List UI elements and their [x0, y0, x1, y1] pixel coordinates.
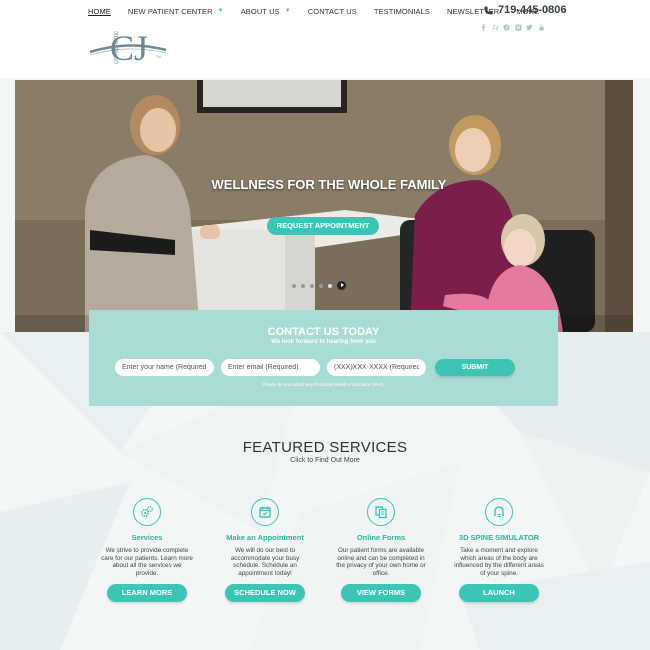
- hero-slider: WELLNESS FOR THE WHOLE FAMILY REQUEST AP…: [15, 80, 633, 332]
- spine-icon: [485, 498, 513, 526]
- chevron-down-icon: ▼: [284, 8, 291, 14]
- social-links: [480, 24, 549, 31]
- service-card-appointment: Make an Appointment We will do our best …: [215, 498, 315, 577]
- phi-notice: Please do not submit any Protected Healt…: [262, 382, 385, 387]
- slider-dot[interactable]: [319, 283, 323, 288]
- featured-services-title: FEATURED SERVICES: [242, 439, 408, 456]
- nav-contact-us[interactable]: CONTACT US: [308, 7, 357, 16]
- card-title: Services: [131, 533, 163, 542]
- nav-about-us[interactable]: ABOUT US ▼: [241, 7, 291, 16]
- hero-title: WELLNESS FOR THE WHOLE FAMILY: [211, 177, 447, 192]
- launch-button[interactable]: LAUNCH: [459, 584, 539, 602]
- nav-home[interactable]: HOME: [88, 7, 111, 16]
- card-text: Our patient forms are available online a…: [336, 547, 426, 577]
- card-title: Make an Appointment: [226, 533, 304, 542]
- contact-subtitle: We look forward to hearing from you: [271, 339, 376, 345]
- facebook-icon[interactable]: [480, 24, 487, 31]
- hero-photo: [15, 80, 633, 332]
- card-title: Online Forms: [356, 533, 406, 542]
- view-forms-button[interactable]: VIEW FORMS: [341, 584, 421, 602]
- yelp-icon[interactable]: [492, 24, 499, 31]
- card-title: 3D SPINE SIMULATOR: [458, 533, 540, 542]
- phone-field[interactable]: [327, 359, 426, 376]
- contact-title: CONTACT US TODAY: [267, 326, 380, 338]
- forms-icon: [367, 498, 395, 526]
- card-text: We will do our best to accommodate your …: [230, 547, 300, 577]
- phone-text: 719-445-0806: [498, 4, 567, 16]
- contact-form-panel: CONTACT US TODAY We look forward to hear…: [89, 310, 558, 406]
- gears-icon: [133, 498, 161, 526]
- nav-new-patient-center-label: NEW PATIENT CENTER: [127, 6, 213, 16]
- email-field[interactable]: [221, 359, 320, 376]
- logo-tagline: chiropractic: [113, 30, 120, 64]
- slider-dots: [292, 281, 346, 290]
- phone-icon: [484, 5, 493, 15]
- submit-button[interactable]: SUBMIT: [435, 359, 515, 376]
- service-card-services: Services We strive to provide complete c…: [97, 498, 197, 577]
- name-field[interactable]: [115, 359, 214, 376]
- slider-dot-active[interactable]: [328, 283, 332, 288]
- nav-home-label: HOME: [88, 6, 111, 16]
- nav-new-patient-center[interactable]: NEW PATIENT CENTER ▼: [128, 7, 224, 16]
- chevron-down-icon: ▼: [217, 8, 224, 14]
- nav-contact-us-label: CONTACT US: [307, 6, 357, 16]
- service-card-spine: 3D SPINE SIMULATOR Take a moment and exp…: [449, 498, 549, 577]
- nav-testimonials[interactable]: TESTIMONIALS: [374, 7, 430, 16]
- calendar-icon: [251, 498, 279, 526]
- phone-number[interactable]: 719-445-0806: [484, 4, 567, 16]
- header: HOME NEW PATIENT CENTER ▼ ABOUT US ▼ CONTA…: [0, 0, 650, 78]
- instagram-icon[interactable]: [514, 24, 522, 31]
- slider-dot[interactable]: [310, 283, 314, 288]
- trademark-mark: TM: [156, 55, 161, 59]
- twitter-icon[interactable]: [526, 24, 533, 31]
- cj-chiropractic-logo[interactable]: CJ chiropractic TM: [88, 26, 168, 74]
- card-text: Take a moment and explore which areas of…: [454, 547, 544, 577]
- schedule-now-button[interactable]: SCHEDULE NOW: [225, 584, 305, 602]
- nav-about-us-label: ABOUT US: [240, 6, 280, 16]
- slider-dot[interactable]: [292, 283, 296, 288]
- service-card-forms: Online Forms Our patient forms are avail…: [331, 498, 431, 577]
- request-appointment-button[interactable]: REQUEST APPOINTMENT: [267, 217, 379, 235]
- play-icon[interactable]: [337, 281, 346, 290]
- card-text: We strive to provide complete care for o…: [101, 547, 193, 577]
- featured-services-subtitle: Click to Find Out More: [290, 457, 360, 464]
- nav-testimonials-label: TESTIMONIALS: [373, 6, 431, 16]
- youtube-icon[interactable]: [538, 24, 545, 31]
- slider-dot[interactable]: [301, 283, 305, 288]
- pinterest-icon[interactable]: [503, 24, 510, 31]
- learn-more-button[interactable]: LEARN MORE: [107, 584, 187, 602]
